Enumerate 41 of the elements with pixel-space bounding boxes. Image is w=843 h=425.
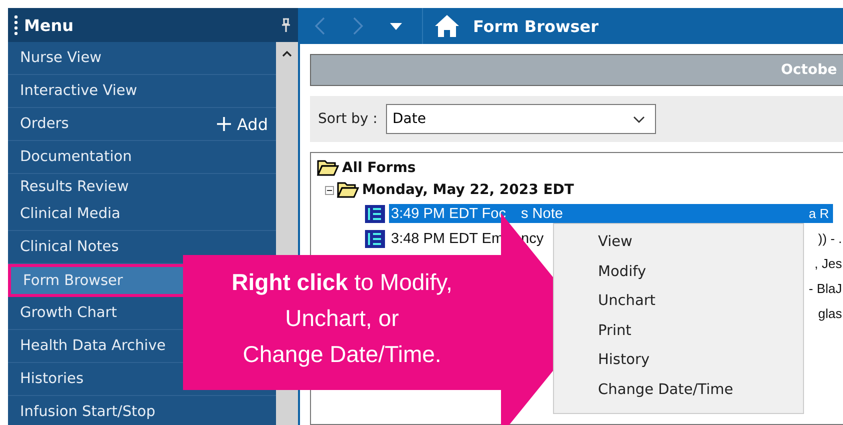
sidebar-item[interactable]: Results Review (8, 174, 276, 198)
form-entry-text[interactable]: , Jes (814, 256, 842, 271)
sidebar-item[interactable]: Documentation (8, 141, 276, 174)
menu-item[interactable]: History (554, 346, 803, 376)
folder-icon (317, 160, 339, 176)
plus-icon (217, 117, 232, 131)
tree-node[interactable]: All Forms (342, 160, 416, 176)
folder-icon (337, 182, 359, 198)
menu-title: Menu (24, 16, 75, 34)
home-icon[interactable] (435, 15, 459, 37)
form-entry-text[interactable]: )) - . (818, 231, 842, 246)
form-entry-text[interactable]: a R (808, 206, 829, 221)
sidebar-item[interactable]: Clinical Notes (8, 231, 276, 264)
sort-label: Sort by : (318, 111, 378, 127)
banner-date: Octobe (780, 62, 837, 78)
sidebar-item[interactable]: Interactive View (8, 75, 276, 108)
tree-node[interactable]: Monday, May 22, 2023 EDT (362, 182, 574, 198)
sidebar-item[interactable]: Nurse View (8, 42, 276, 75)
sidebar-item[interactable]: Orders Add (8, 108, 276, 141)
scroll-up-icon[interactable] (282, 50, 292, 57)
form-entry-text[interactable]: 3:49 PM EDT Foc (391, 206, 517, 222)
dropdown-icon[interactable] (390, 22, 402, 30)
menu-item[interactable]: Unchart (554, 287, 803, 316)
collapse-icon[interactable] (325, 186, 334, 194)
form-entry-text[interactable]: glas (818, 306, 842, 321)
document-icon (365, 230, 385, 248)
sidebar-item[interactable]: Infusion Start/Stop (8, 396, 276, 425)
add-button[interactable]: Add (217, 114, 268, 134)
menu-item[interactable]: Modify (554, 258, 803, 287)
sort-dropdown[interactable]: Date (386, 104, 656, 134)
pin-icon[interactable] (282, 18, 290, 32)
chevron-down-icon (632, 116, 644, 122)
form-entry-text[interactable]: - BlaJ (808, 281, 842, 296)
sidebar-item[interactable]: Clinical Media (8, 198, 276, 231)
menu-item[interactable]: Print (554, 316, 803, 346)
menu-item[interactable]: View (554, 228, 803, 258)
page-title: Form Browser (473, 16, 599, 36)
drag-handle-icon (14, 15, 18, 35)
form-entry-text[interactable]: s Note (521, 206, 563, 222)
document-icon (365, 204, 385, 222)
menu-item[interactable]: Change Date/Time (554, 376, 803, 405)
